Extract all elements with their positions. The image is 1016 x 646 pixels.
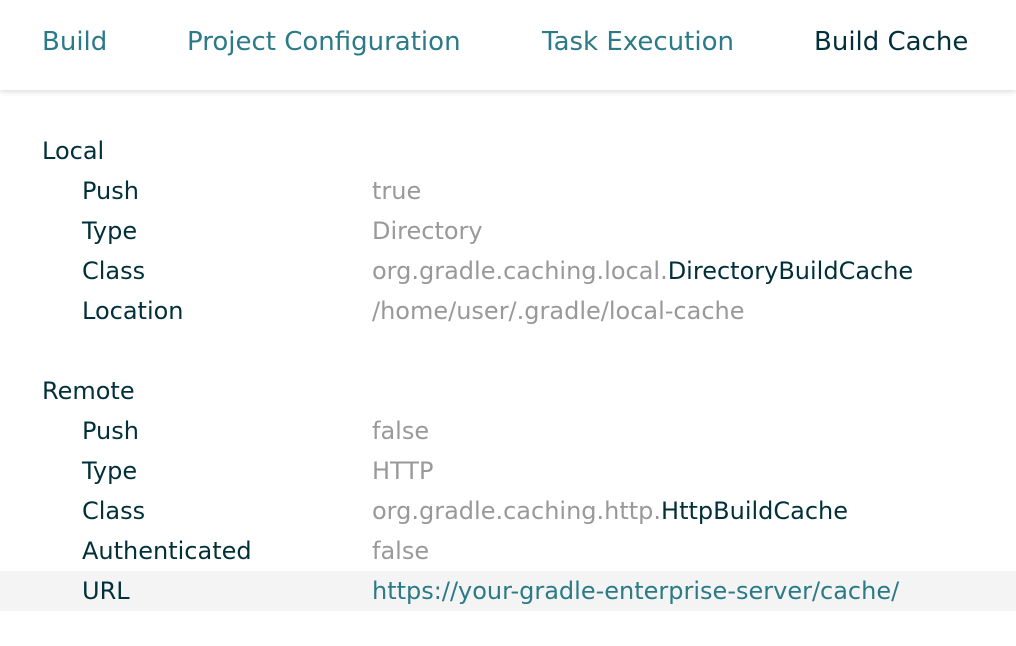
- remote-class-label: Class: [82, 497, 146, 525]
- remote-class-name: HttpBuildCache: [661, 497, 849, 525]
- local-class-value: org.gradle.caching.local.DirectoryBuildC…: [372, 251, 913, 291]
- remote-url-value: https://your-gradle-enterprise-server/ca…: [372, 571, 899, 611]
- remote-push-label: Push: [82, 417, 139, 445]
- remote-section-title: Remote: [42, 377, 135, 405]
- remote-auth-label: Authenticated: [82, 537, 252, 565]
- tab-build-cache[interactable]: Build Cache: [814, 22, 968, 62]
- remote-auth-row: Authenticated false: [0, 531, 1016, 571]
- remote-class-row: Class org.gradle.caching.http.HttpBuildC…: [0, 491, 1016, 531]
- remote-class-package: org.gradle.caching.http.: [372, 497, 662, 525]
- top-nav: Build Project Configuration Task Executi…: [0, 0, 1016, 90]
- remote-class-value: org.gradle.caching.http.HttpBuildCache: [372, 491, 848, 531]
- remote-type-value: HTTP: [372, 457, 434, 485]
- remote-type-label: Type: [82, 457, 138, 485]
- local-push-value: true: [372, 177, 422, 205]
- local-location-label: Location: [82, 297, 184, 325]
- local-push-row: Push true: [0, 171, 1016, 211]
- local-class-package: org.gradle.caching.local.: [372, 257, 668, 285]
- local-location-value: /home/user/.gradle/local-cache: [372, 297, 745, 325]
- local-location-row: Location /home/user/.gradle/local-cache: [0, 291, 1016, 331]
- tab-project-configuration[interactable]: Project Configuration: [187, 22, 461, 62]
- local-class-label: Class: [82, 257, 146, 285]
- local-class-name: DirectoryBuildCache: [667, 257, 914, 285]
- remote-url-link[interactable]: https://your-gradle-enterprise-server/ca…: [372, 577, 899, 605]
- local-type-label: Type: [82, 217, 138, 245]
- tab-build[interactable]: Build: [42, 22, 107, 62]
- local-push-label: Push: [82, 177, 139, 205]
- remote-type-row: Type HTTP: [0, 451, 1016, 491]
- remote-push-row: Push false: [0, 411, 1016, 451]
- local-type-value: Directory: [372, 217, 483, 245]
- local-section-title: Local: [42, 137, 105, 165]
- build-cache-panel: Local Push true Type Directory Class org…: [0, 90, 1016, 646]
- tab-task-execution[interactable]: Task Execution: [542, 22, 734, 62]
- local-class-row: Class org.gradle.caching.local.Directory…: [0, 251, 1016, 291]
- remote-auth-value: false: [372, 537, 430, 565]
- remote-push-value: false: [372, 417, 430, 445]
- local-type-row: Type Directory: [0, 211, 1016, 251]
- remote-url-label: URL: [82, 577, 130, 605]
- remote-url-row: URL https://your-gradle-enterprise-serve…: [0, 571, 1016, 611]
